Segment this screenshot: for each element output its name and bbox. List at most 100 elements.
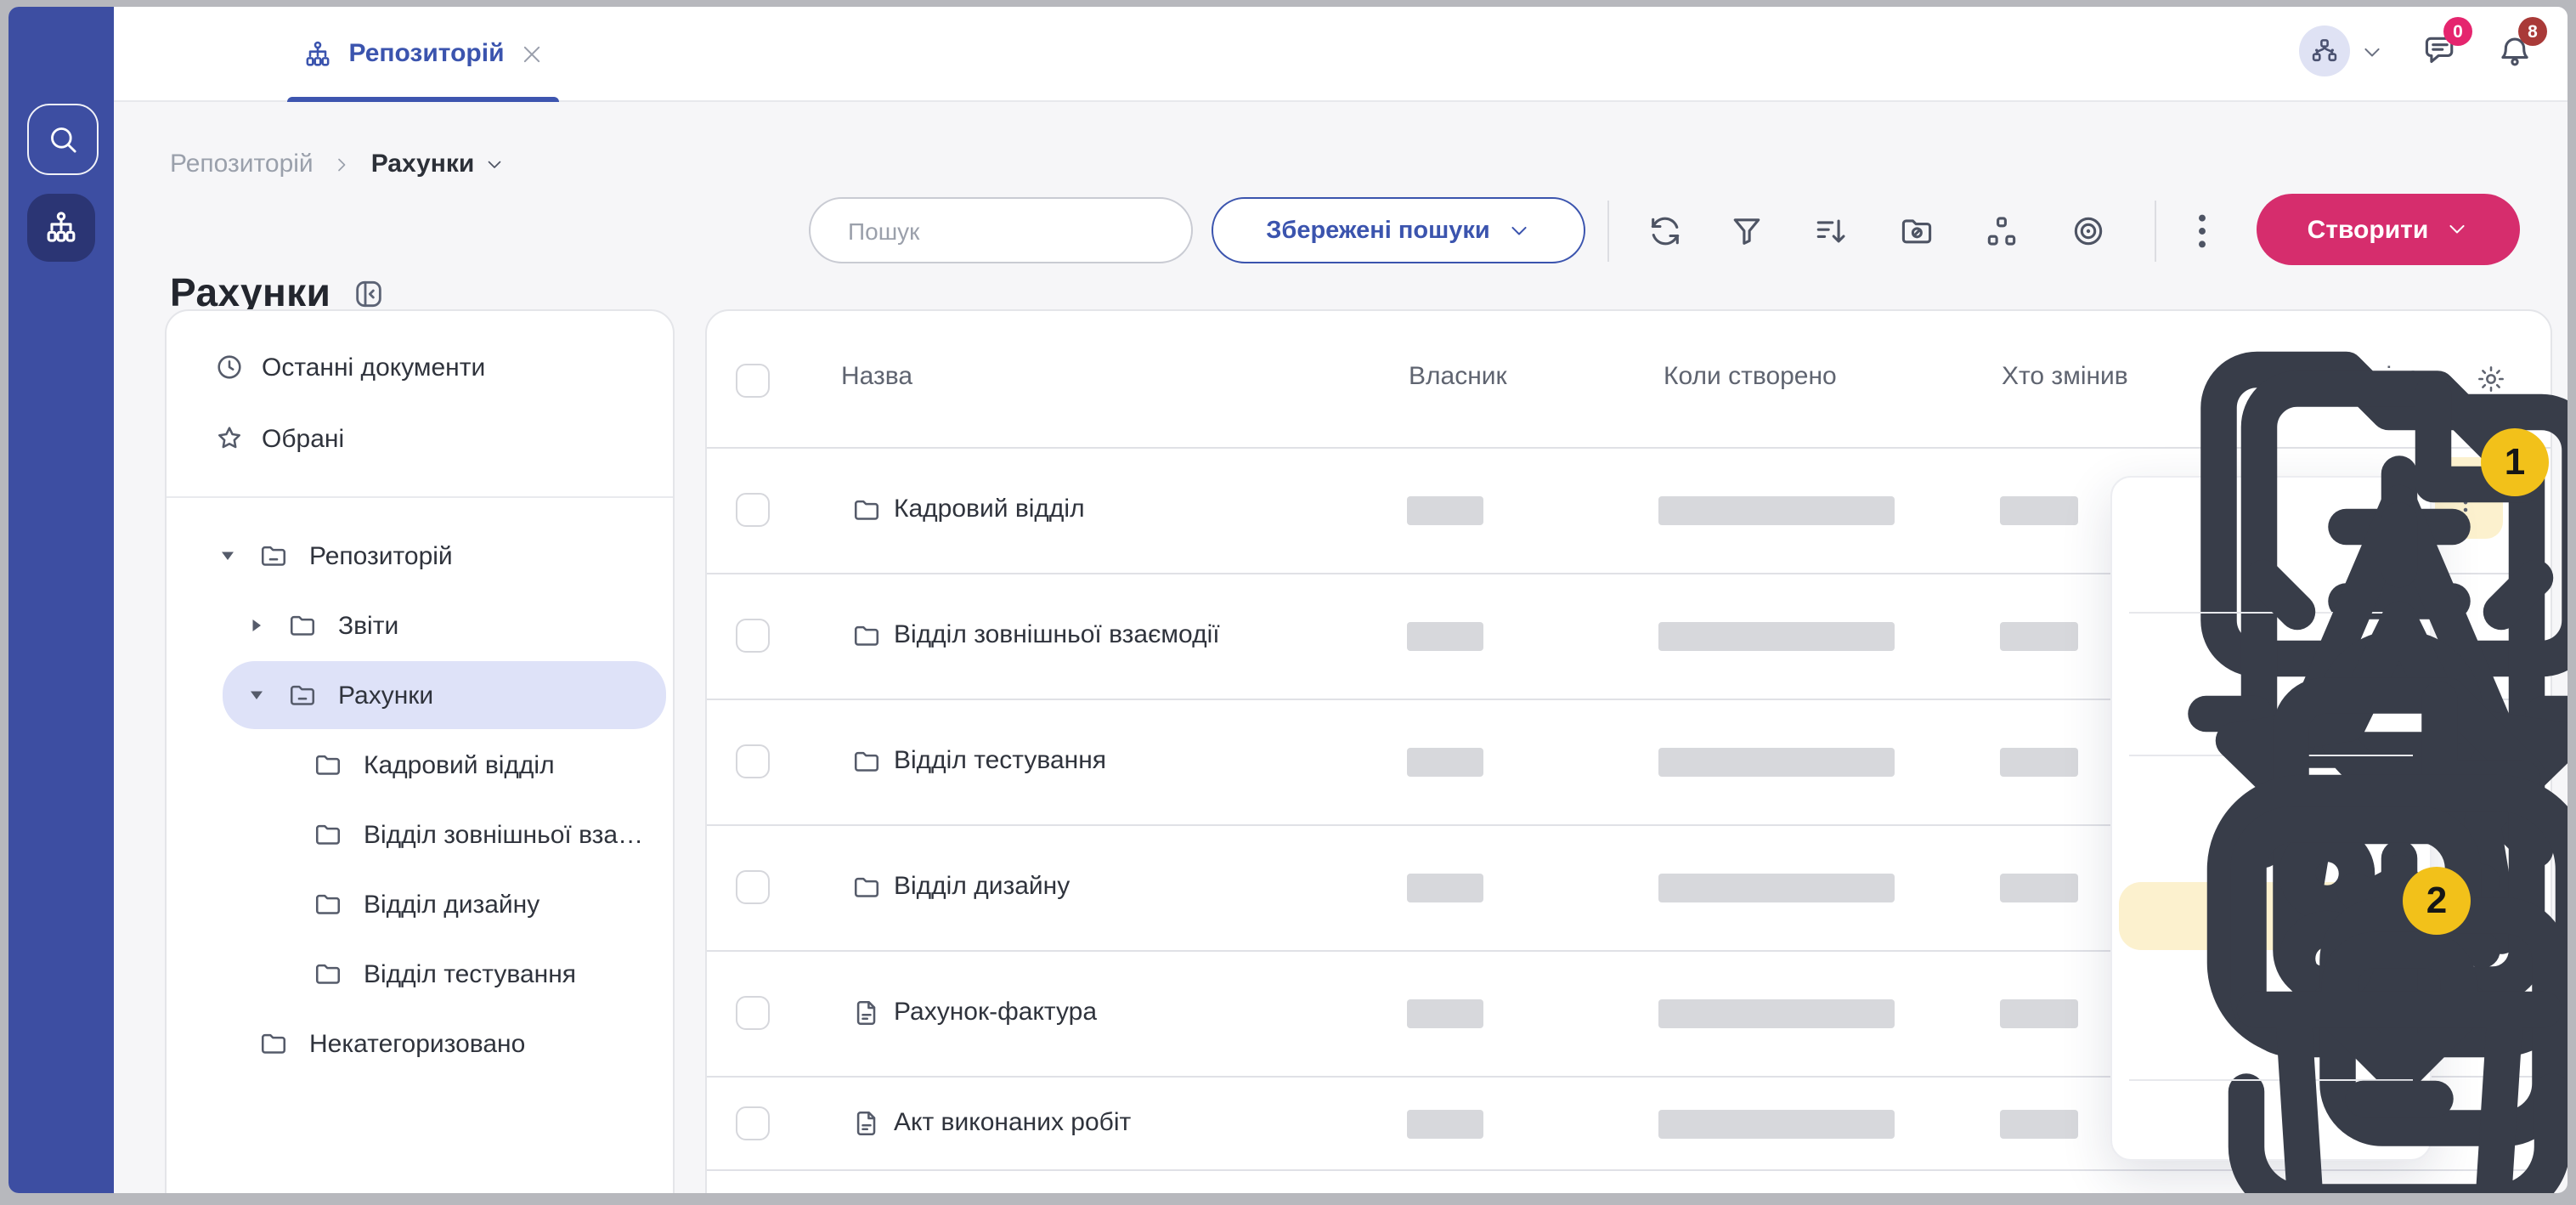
tree-item-label: Кадровий відділ <box>364 750 555 779</box>
cell-placeholder <box>2000 1109 2078 1138</box>
cell-placeholder <box>1407 1109 1483 1138</box>
collapse-panel-icon[interactable] <box>351 276 385 310</box>
structure-icon[interactable] <box>1978 207 2025 255</box>
row-name: Кадровий відділ <box>894 495 1085 523</box>
folder-icon <box>313 750 343 780</box>
select-all-checkbox[interactable] <box>736 364 770 398</box>
refresh-icon <box>1647 212 1684 250</box>
tree-item-label: Відділ дизайну <box>364 890 539 919</box>
tab-close-icon[interactable] <box>520 42 544 65</box>
row-checkbox[interactable] <box>736 1106 770 1140</box>
messages-badge: 0 <box>2443 17 2472 46</box>
tree-item-label: Некатегоризовано <box>309 1029 525 1058</box>
clock-icon <box>214 352 245 382</box>
folder-tree-panel: Останні документи Обрані Репозиторій Звіти… <box>165 309 675 1193</box>
cell-placeholder <box>1658 874 1895 902</box>
shortcut-item[interactable]: Останні документи <box>167 342 666 393</box>
row-checkbox[interactable] <box>736 493 770 527</box>
search-box[interactable] <box>809 197 1193 263</box>
tree-item[interactable]: Відділ тестування <box>167 948 666 999</box>
workspace-chevron-down-icon[interactable] <box>2360 41 2384 65</box>
tree-item[interactable]: Відділ зовнішньої вза… <box>167 809 666 860</box>
folder-icon <box>258 1028 289 1059</box>
repository-icon <box>42 209 80 246</box>
workspace-avatar[interactable] <box>2299 25 2350 76</box>
notifications-badge: 8 <box>2518 17 2547 46</box>
annotation-step-1: 1 <box>2481 428 2549 496</box>
filter-icon[interactable] <box>1723 207 1771 255</box>
folder-icon <box>313 959 343 989</box>
chevron-down-icon <box>2445 218 2469 241</box>
cell-placeholder <box>1407 622 1483 651</box>
app-sidebar <box>8 7 114 1193</box>
menu-item[interactable]: Видалити <box>2121 1091 2421 1149</box>
folder-scan-icon[interactable] <box>1893 207 1940 255</box>
column-header[interactable]: Коли створено <box>1664 362 1837 391</box>
column-header[interactable]: Власник <box>1409 362 1507 391</box>
row-checkbox[interactable] <box>736 996 770 1030</box>
document-icon <box>851 1107 882 1138</box>
app-window: Репозиторій 0 8 Репозиторій Рахунки Рах <box>0 0 2576 1205</box>
breadcrumb-current[interactable]: Рахунки <box>371 150 506 178</box>
caret-down-icon[interactable] <box>217 546 238 566</box>
folder-icon <box>287 610 318 641</box>
shortcut-label: Останні документи <box>262 353 485 382</box>
row-checkbox[interactable] <box>736 870 770 904</box>
saved-searches-button[interactable]: Збережені пошуки <box>1212 197 1585 263</box>
tab-label: Репозиторій <box>348 39 504 68</box>
folder-icon <box>287 680 318 710</box>
tree-item-label: Репозиторій <box>309 541 453 570</box>
search-input[interactable] <box>845 215 1159 246</box>
shortcut-label: Обрані <box>262 424 344 453</box>
sort-desc-icon[interactable] <box>1806 207 1854 255</box>
folder-icon <box>313 819 343 850</box>
breadcrumb-chevron-down-icon[interactable] <box>484 154 505 174</box>
cell-placeholder <box>1407 748 1483 777</box>
trash-icon <box>2144 865 2568 1193</box>
cell-placeholder <box>2000 748 2078 777</box>
sidebar-search-button[interactable] <box>27 104 99 175</box>
breadcrumb-parent[interactable]: Репозиторій <box>170 150 314 178</box>
row-name: Відділ зовнішньої взаємодії <box>894 620 1220 649</box>
tree-item[interactable]: Репозиторій <box>167 530 666 581</box>
breadcrumb: Репозиторій Рахунки <box>170 150 505 178</box>
breadcrumb-separator-icon <box>332 154 353 174</box>
sort-desc-icon <box>1811 212 1849 250</box>
column-header[interactable]: Хто змінив <box>2002 362 2128 391</box>
caret-right-icon[interactable] <box>246 615 267 636</box>
tab-repository[interactable]: Репозиторій <box>287 7 559 100</box>
folder-icon <box>851 746 882 777</box>
row-name: Відділ тестування <box>894 746 1106 775</box>
tree-item[interactable]: Звіти <box>167 600 666 651</box>
cell-placeholder <box>1658 1109 1895 1138</box>
more-actions-icon[interactable] <box>2178 207 2226 255</box>
cell-placeholder <box>1658 999 1895 1028</box>
watch-icon[interactable] <box>2065 207 2112 255</box>
row-checkbox[interactable] <box>736 619 770 653</box>
cell-placeholder <box>1658 622 1895 651</box>
cell-placeholder <box>1658 496 1895 525</box>
folder-icon <box>851 872 882 902</box>
cell-placeholder <box>2000 496 2078 525</box>
tree-item-selected[interactable]: Рахунки <box>167 670 666 721</box>
toolbar-divider <box>2155 201 2156 262</box>
app-screen: Репозиторій 0 8 Репозиторій Рахунки Рах <box>8 7 2568 1193</box>
structure-icon <box>1983 212 2020 250</box>
tree-item-label: Відділ тестування <box>364 959 576 988</box>
column-header[interactable]: Назва <box>841 362 912 391</box>
context-menu: Нова папкаНовий документПереіменуватиНал… <box>2110 476 2432 1161</box>
topbar: Репозиторій 0 8 <box>114 7 2568 102</box>
refresh-icon[interactable] <box>1641 207 1689 255</box>
tree-item[interactable]: Некатегоризовано <box>167 1018 666 1069</box>
tree-item[interactable]: Відділ дизайну <box>167 879 666 930</box>
row-name: Відділ дизайну <box>894 872 1070 901</box>
folder-icon <box>313 889 343 919</box>
shortcut-item[interactable]: Обрані <box>167 413 666 464</box>
tree-item[interactable]: Кадровий відділ <box>167 739 666 790</box>
document-icon <box>851 998 882 1028</box>
folder-icon <box>258 540 289 571</box>
sidebar-item-repository[interactable] <box>27 194 95 262</box>
row-checkbox[interactable] <box>736 744 770 778</box>
caret-down-icon[interactable] <box>246 685 267 705</box>
row-name: Рахунок-фактура <box>894 998 1097 1027</box>
